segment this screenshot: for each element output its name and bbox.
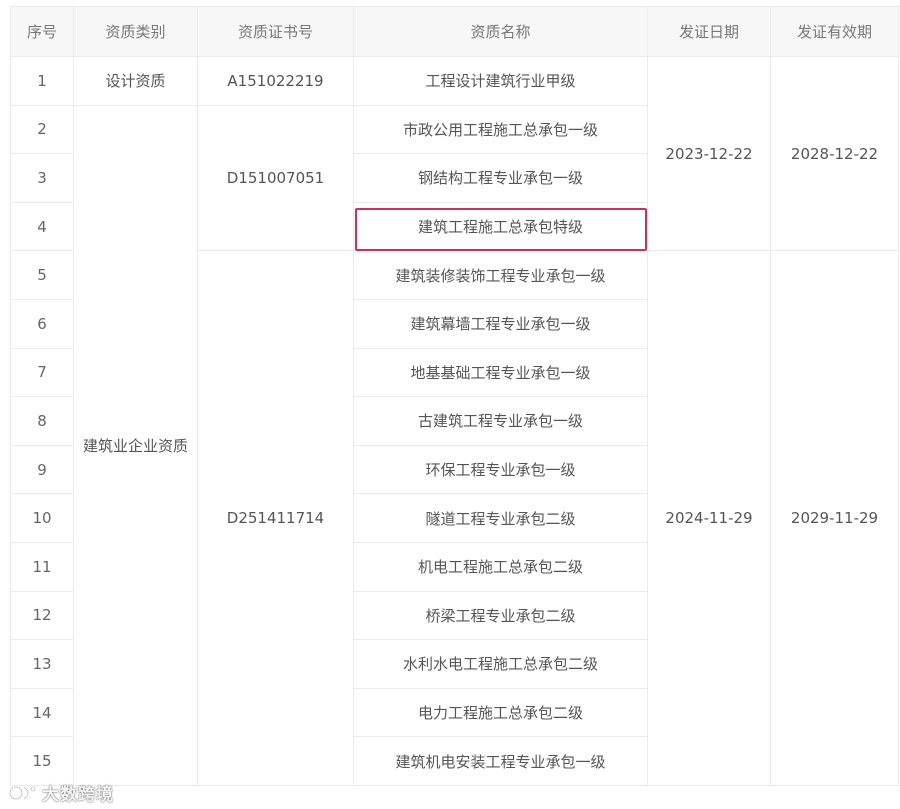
issue-date-cell: 2024-11-29 <box>647 250 771 786</box>
qualification-name-cell: 工程设计建筑行业甲级 <box>353 56 648 106</box>
qualification-name-cell: 地基基础工程专业承包一级 <box>353 347 648 398</box>
qualification-name-cell: 桥梁工程专业承包二级 <box>353 590 648 641</box>
category-cell: 建筑业企业资质 <box>73 104 198 786</box>
qualification-name-cell: 机电工程施工总承包二级 <box>353 541 648 592</box>
category-cell: 设计资质 <box>73 56 198 106</box>
certificate-cell: A151022219 <box>197 56 354 106</box>
header-validity-date: 发证有效期 <box>770 6 899 57</box>
watermark-text: 大数跨境 <box>42 785 114 805</box>
row-serial-no: 3 <box>10 153 74 203</box>
row-serial-no: 6 <box>10 298 74 349</box>
row-serial-no: 1 <box>10 56 74 106</box>
validity-date-cell: 2029-11-29 <box>770 250 899 786</box>
row-serial-no: 4 <box>10 201 74 252</box>
page: 序号 资质类别 资质证书号 资质名称 发证日期 发证有效期 1 设计资质 A15… <box>0 0 900 809</box>
row-serial-no: 11 <box>10 541 74 592</box>
qualification-name-cell: 建筑装修装饰工程专业承包一级 <box>353 250 648 300</box>
row-serial-no: 9 <box>10 444 74 495</box>
header-certificate-no: 资质证书号 <box>197 6 354 57</box>
issue-date-cell: 2023-12-22 <box>647 55 771 252</box>
row-serial-no: 13 <box>10 639 74 689</box>
row-serial-no: 10 <box>10 493 74 543</box>
qualification-name-cell: 隧道工程专业承包二级 <box>353 493 648 543</box>
qualification-name-cell-highlighted: 建筑工程施工总承包特级 <box>353 201 648 252</box>
brand-logo-icon <box>8 785 36 800</box>
row-serial-no: 7 <box>10 347 74 398</box>
header-category: 资质类别 <box>73 6 198 57</box>
header-issue-date: 发证日期 <box>647 6 771 57</box>
validity-date-cell: 2028-12-22 <box>770 55 899 252</box>
header-qualification-name: 资质名称 <box>353 6 648 57</box>
row-serial-no: 14 <box>10 687 74 738</box>
watermark: 大数跨境 <box>8 780 114 805</box>
qualification-name-cell: 市政公用工程施工总承包一级 <box>353 104 648 155</box>
qualification-name-cell: 环保工程专业承包一级 <box>353 444 648 495</box>
qualification-name-cell: 电力工程施工总承包二级 <box>353 687 648 738</box>
row-serial-no: 12 <box>10 590 74 641</box>
table-header-row: 序号 资质类别 资质证书号 资质名称 发证日期 发证有效期 <box>10 6 899 57</box>
row-serial-no: 2 <box>10 104 74 155</box>
row-serial-no: 5 <box>10 250 74 300</box>
qualification-name-cell: 建筑幕墙工程专业承包一级 <box>353 298 648 349</box>
table-row: 1 设计资质 A151022219 工程设计建筑行业甲级 2023-12-22 … <box>10 55 899 252</box>
qualification-table: 序号 资质类别 资质证书号 资质名称 发证日期 发证有效期 1 设计资质 A15… <box>10 6 899 786</box>
qualification-name-cell: 古建筑工程专业承包一级 <box>353 396 648 446</box>
qualification-name-cell: 水利水电工程施工总承包二级 <box>353 639 648 689</box>
row-serial-no: 15 <box>10 736 74 786</box>
certificate-cell: D151007051 <box>197 104 354 252</box>
header-serial-no: 序号 <box>10 6 74 57</box>
row-serial-no: 8 <box>10 396 74 446</box>
qualification-name-cell: 建筑机电安装工程专业承包一级 <box>353 736 648 786</box>
qualification-name-cell: 钢结构工程专业承包一级 <box>353 153 648 203</box>
certificate-cell: D251411714 <box>197 250 354 786</box>
